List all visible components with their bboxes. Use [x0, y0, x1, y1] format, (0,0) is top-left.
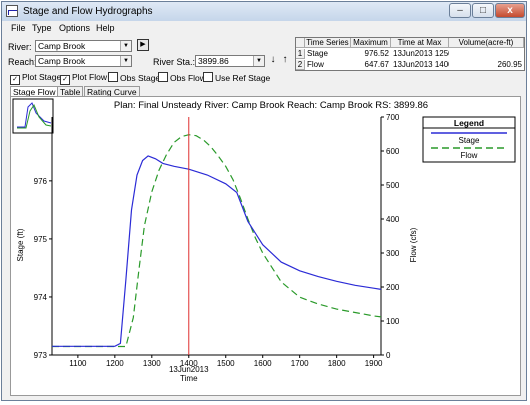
river-select-value: Camp Brook — [38, 41, 86, 51]
row-index: 2 — [296, 60, 305, 70]
checkbox-label: Use Ref Stage — [215, 73, 271, 83]
menu-options[interactable]: Options — [59, 23, 90, 33]
checkbox-label: Plot Flow — [72, 72, 107, 82]
legend-stage-label: Stage — [459, 136, 480, 145]
chevron-down-icon: ▼ — [120, 41, 131, 51]
row-maximum[interactable]: 647.67 — [351, 60, 389, 70]
y-right-tick-label: 100 — [386, 317, 400, 326]
plot-flow-checkbox[interactable]: ✓ Plot Flow — [60, 72, 107, 85]
station-down-button[interactable]: ↓ — [268, 54, 278, 66]
menu-help[interactable]: Help — [96, 23, 115, 33]
maximize-button[interactable]: □ — [472, 3, 494, 18]
y-left-tick-label: 974 — [34, 293, 48, 302]
hydrograph-chart[interactable]: Plan: Final Unsteady River: Camp Brook R… — [11, 97, 520, 395]
reach-label: Reach: — [8, 57, 37, 67]
y-right-tick-label: 300 — [386, 249, 400, 258]
river-label: River: — [8, 42, 32, 52]
y-right-tick-label: 500 — [386, 181, 400, 190]
river-select[interactable]: Camp Brook ▼ — [35, 40, 132, 52]
x-tick-label: 1800 — [328, 359, 346, 368]
plot-stage-checkbox[interactable]: ✓ Plot Stage — [10, 72, 61, 85]
checkbox-label: Plot Stage — [22, 72, 62, 82]
x-tick-label: 1100 — [69, 359, 87, 368]
x-tick-label: 1200 — [106, 359, 124, 368]
header-maximum: Maximum — [351, 38, 391, 48]
play-button[interactable]: ▶ — [137, 39, 149, 51]
row-volume[interactable]: 260.95 — [449, 60, 522, 70]
app-icon — [6, 5, 18, 17]
row-series[interactable]: Flow — [307, 60, 351, 70]
x-tick-label: 1900 — [365, 359, 383, 368]
checkbox-box — [158, 72, 168, 82]
minimize-button[interactable]: – — [449, 3, 471, 18]
play-icon: ▶ — [140, 41, 146, 48]
y-left-tick-label: 975 — [34, 235, 48, 244]
row-volume[interactable] — [449, 49, 522, 59]
x-axis-date-label: 13Jun2013 — [169, 365, 209, 374]
checkbox-box — [203, 72, 213, 82]
table-corner — [296, 38, 305, 48]
title-bar[interactable]: Stage and Flow Hydrographs – □ x — [2, 2, 526, 21]
row-index: 1 — [296, 49, 305, 59]
reach-select[interactable]: Camp Brook ▼ — [35, 55, 132, 67]
river-sta-label: River Sta.: — [153, 57, 196, 67]
checkbox-label: Obs Stage — [120, 73, 161, 83]
checkbox-box — [108, 72, 118, 82]
x-tick-label: 1600 — [254, 359, 272, 368]
row-maximum[interactable]: 976.52 — [351, 49, 389, 59]
y-left-tick-label: 976 — [34, 177, 48, 186]
legend-title: Legend — [454, 118, 484, 128]
row-time-at-max[interactable]: 13Jun2013 1400 — [393, 60, 449, 70]
arrow-down-icon: ↓ — [270, 54, 276, 65]
legend: Legend Stage Flow — [422, 116, 516, 163]
x-tick-label: 1500 — [217, 359, 235, 368]
arrow-up-icon: ↑ — [282, 54, 288, 65]
y-axis-right-label: Flow (cfs) — [409, 227, 418, 262]
y-right-tick-label: 400 — [386, 215, 400, 224]
station-up-button[interactable]: ↑ — [280, 54, 290, 66]
menu-type[interactable]: Type — [32, 23, 52, 33]
x-axis-label: Time — [180, 374, 198, 383]
y-right-tick-label: 200 — [386, 283, 400, 292]
chevron-down-icon: ▼ — [120, 56, 131, 66]
y-right-tick-label: 0 — [386, 351, 391, 360]
header-time-at-max: Time at Max — [391, 38, 449, 48]
header-volume: Volume(acre-ft) — [449, 38, 524, 48]
reach-select-value: Camp Brook — [38, 56, 86, 66]
menu-bar: File Type Options Help — [2, 22, 526, 35]
overview-thumbnail[interactable] — [12, 98, 54, 134]
checkbox-box: ✓ — [10, 75, 20, 85]
summary-table: Time Series Maximum Time at Max Volume(a… — [295, 37, 525, 71]
plot-area: Plan: Final Unsteady River: Camp Brook R… — [10, 96, 521, 396]
close-button[interactable]: x — [495, 3, 525, 18]
x-tick-label: 1700 — [291, 359, 309, 368]
obs-stage-checkbox[interactable]: Obs Stage — [108, 72, 160, 83]
row-series[interactable]: Stage — [307, 49, 351, 59]
obs-flow-checkbox[interactable]: Obs Flow — [158, 72, 206, 83]
legend-flow-label: Flow — [461, 151, 478, 160]
row-time-at-max[interactable]: 13Jun2013 1250 — [393, 49, 449, 59]
menu-file[interactable]: File — [11, 23, 26, 33]
chevron-down-icon: ▼ — [253, 56, 264, 66]
river-sta-value: 3899.86 — [198, 56, 229, 66]
checkbox-box: ✓ — [60, 75, 70, 85]
chart-title: Plan: Final Unsteady River: Camp Brook R… — [114, 100, 428, 111]
use-ref-stage-checkbox[interactable]: Use Ref Stage — [203, 72, 270, 83]
stage-series-line — [52, 155, 382, 347]
y-right-tick-label: 600 — [386, 147, 400, 156]
flow-series-line — [52, 134, 382, 348]
river-sta-select[interactable]: 3899.86 ▼ — [195, 55, 265, 67]
window-title: Stage and Flow Hydrographs — [23, 6, 153, 17]
y-axis-left-label: Stage (ft) — [16, 228, 25, 261]
x-tick-label: 1300 — [143, 359, 161, 368]
hydrograph-window: Stage and Flow Hydrographs – □ x File Ty… — [1, 1, 527, 401]
y-left-tick-label: 973 — [34, 351, 48, 360]
header-time-series: Time Series — [305, 38, 351, 48]
y-right-tick-label: 700 — [386, 113, 400, 122]
checkbox-label: Obs Flow — [170, 73, 206, 83]
